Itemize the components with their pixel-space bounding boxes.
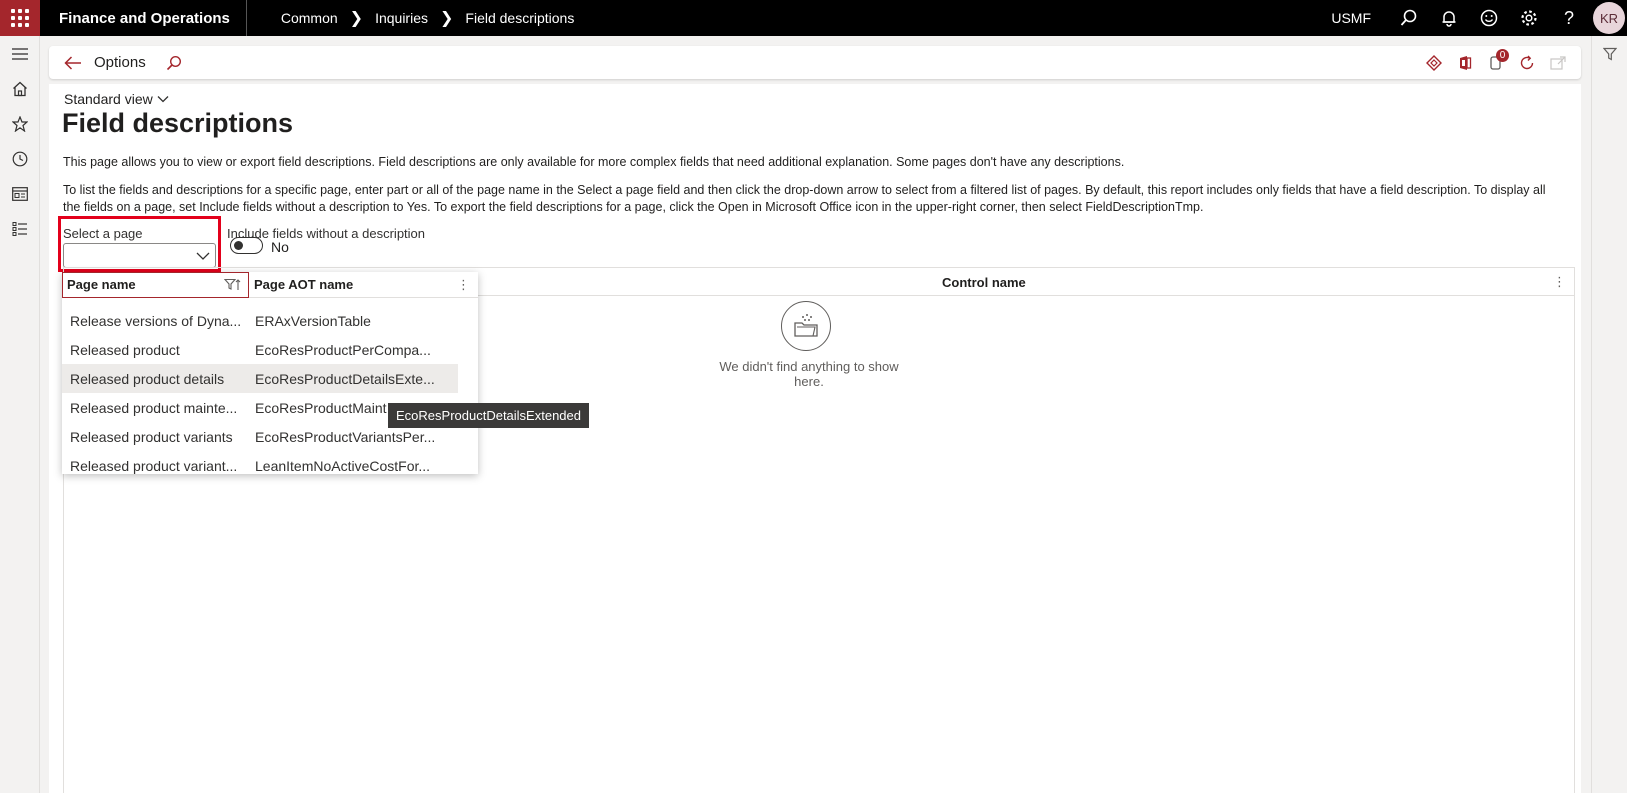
app-launcher-button[interactable] xyxy=(0,0,40,36)
page-aot-cell: ERAxVersionTable xyxy=(255,312,371,329)
page-description: This page allows you to view or export f… xyxy=(63,155,1125,169)
page-title: Field descriptions xyxy=(62,108,294,138)
options-tab[interactable]: Options xyxy=(94,54,146,71)
page-name-cell: Release versions of Dyna... xyxy=(70,312,242,329)
breadcrumb-inquiries[interactable]: Inquiries xyxy=(375,10,428,26)
lookup-row[interactable]: Released product EcoResProductPerCompa..… xyxy=(62,335,478,364)
action-pane: Options 0 xyxy=(49,46,1581,79)
chevron-right-icon: ❯ xyxy=(440,10,454,27)
company-picker[interactable]: USMF xyxy=(1331,10,1371,26)
search-button[interactable] xyxy=(1389,0,1429,36)
page-name-cell: Released product variant... xyxy=(70,457,238,474)
chevron-down-icon[interactable] xyxy=(195,248,211,264)
settings-button[interactable] xyxy=(1509,0,1549,36)
list-icon xyxy=(12,221,27,236)
feedback-button[interactable] xyxy=(1469,0,1509,36)
lookup-list: Release versions of Dyna... ERAxVersionT… xyxy=(62,298,478,480)
pop-out-icon xyxy=(1549,55,1566,70)
refresh-button[interactable] xyxy=(1511,46,1542,79)
nav-workspaces-button[interactable] xyxy=(0,176,40,211)
view-selector[interactable]: Standard view xyxy=(64,91,169,107)
workspace-icon xyxy=(12,186,28,201)
view-name: Standard view xyxy=(64,91,153,107)
chevron-down-icon xyxy=(157,96,169,103)
smiley-icon xyxy=(1480,9,1498,27)
page-name-cell: Released product xyxy=(70,341,180,358)
nav-recent-button[interactable] xyxy=(0,141,40,176)
lookup-row-selected[interactable]: Released product details EcoResProductDe… xyxy=(62,364,458,393)
avatar[interactable]: KR xyxy=(1593,2,1625,34)
column-page-name[interactable]: Page name xyxy=(62,271,249,298)
home-icon xyxy=(13,81,27,96)
left-nav-rail xyxy=(0,36,40,793)
column-control-name[interactable]: Control name xyxy=(942,275,1026,290)
more-options-icon[interactable]: ⋮ xyxy=(457,277,470,293)
column-page-name-label: Page name xyxy=(67,277,136,292)
page-name-cell: Released product details xyxy=(70,370,225,387)
open-in-office-button[interactable] xyxy=(1449,46,1480,79)
right-rail xyxy=(1591,36,1627,793)
top-nav-bar: Finance and Operations Common ❯ Inquirie… xyxy=(0,0,1627,36)
page-aot-cell: LeanItemNoActiveCostFor... xyxy=(255,457,431,474)
nav-favorites-button[interactable] xyxy=(0,106,40,141)
page-aot-cell: EcoResProductVariantsPer... xyxy=(255,428,436,445)
attachments-count-badge: 0 xyxy=(1496,49,1509,62)
breadcrumb: Common ❯ Inquiries ❯ Field descriptions xyxy=(281,8,574,28)
include-fields-value: No xyxy=(271,239,289,255)
breadcrumb-common[interactable]: Common xyxy=(281,10,338,26)
star-icon xyxy=(12,115,28,132)
hamburger-menu-button[interactable] xyxy=(0,36,40,71)
page-name-cell: Released product variants xyxy=(70,428,233,445)
lookup-header: Page name Page AOT name ⋮ xyxy=(62,271,478,298)
search-icon xyxy=(1400,9,1417,26)
help-button[interactable]: ? xyxy=(1549,0,1589,36)
question-icon: ? xyxy=(1563,7,1574,28)
office-icon xyxy=(1459,55,1471,70)
clock-icon xyxy=(12,151,28,166)
select-page-combobox[interactable] xyxy=(63,243,216,268)
app-title[interactable]: Finance and Operations xyxy=(40,0,247,36)
open-new-window-button[interactable] xyxy=(1542,46,1573,79)
nav-home-button[interactable] xyxy=(0,71,40,106)
bell-icon xyxy=(1442,11,1456,27)
aot-name-tooltip: EcoResProductDetailsExtended xyxy=(388,403,589,428)
power-apps-button[interactable] xyxy=(1418,46,1449,79)
filter-icon xyxy=(1603,47,1617,61)
page-instructions: To list the fields and descriptions for … xyxy=(63,183,1546,214)
more-options-icon[interactable]: ⋮ xyxy=(1553,274,1566,290)
notifications-button[interactable] xyxy=(1429,0,1469,36)
arrow-left-icon xyxy=(64,55,81,70)
chevron-right-icon: ❯ xyxy=(349,10,364,27)
select-page-label: Select a page xyxy=(63,226,143,241)
page-aot-cell: EcoResProductDetailsExte... xyxy=(255,370,435,387)
search-icon xyxy=(166,55,181,70)
attachments-button[interactable]: 0 xyxy=(1480,46,1511,79)
refresh-icon xyxy=(1520,55,1533,69)
filter-sort-icon[interactable] xyxy=(224,278,242,292)
empty-state-text: We didn't find anything to show here. xyxy=(719,359,899,389)
empty-folder-icon xyxy=(781,301,831,351)
breadcrumb-field-descriptions[interactable]: Field descriptions xyxy=(465,10,574,26)
include-fields-toggle[interactable] xyxy=(230,237,263,254)
toggle-knob xyxy=(234,241,243,250)
waffle-icon xyxy=(11,9,29,27)
nav-modules-button[interactable] xyxy=(0,211,40,246)
column-page-aot-name[interactable]: Page AOT name xyxy=(249,277,353,292)
filter-pane-button[interactable] xyxy=(1592,36,1627,71)
page-aot-cell: EcoResProductPerCompa... xyxy=(255,341,431,358)
gear-icon xyxy=(1521,10,1537,26)
page-name-cell: Released product mainte... xyxy=(70,399,238,416)
page-lookup-dropdown: Page name Page AOT name ⋮ Release versio… xyxy=(62,271,478,474)
back-button[interactable] xyxy=(55,46,91,79)
action-search-button[interactable] xyxy=(162,46,186,79)
lookup-row[interactable]: Release versions of Dyna... ERAxVersionT… xyxy=(62,306,478,335)
lookup-row[interactable]: Released product variant... LeanItemNoAc… xyxy=(62,451,478,480)
diamond-icon xyxy=(1425,54,1442,71)
hamburger-icon xyxy=(12,47,28,60)
